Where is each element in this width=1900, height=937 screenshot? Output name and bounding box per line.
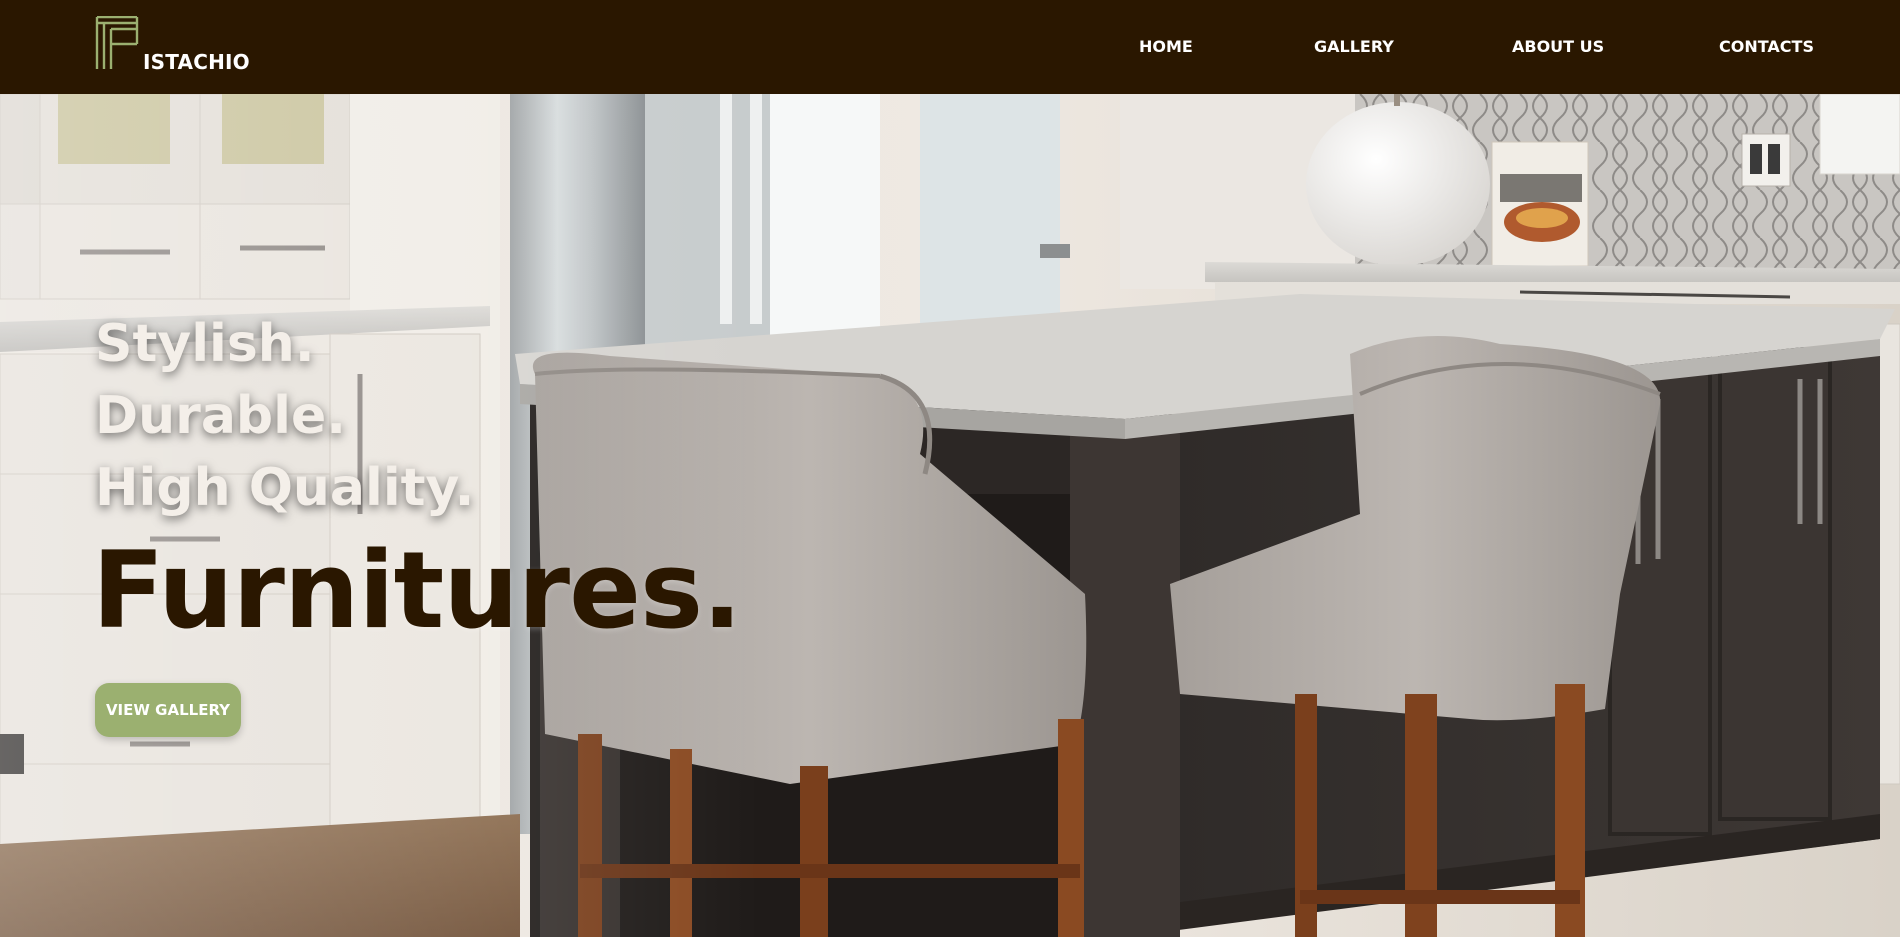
nav-about-us-link[interactable]: ABOUT US — [1512, 37, 1604, 56]
hero-section: Stylish. Durable. High Quality. Furnitur… — [0, 94, 1900, 937]
nav-gallery-link[interactable]: GALLERY — [1314, 37, 1394, 56]
brand-logo[interactable]: ISTACHIO — [95, 16, 255, 76]
pistachio-p-logo-icon — [95, 16, 139, 69]
view-gallery-button[interactable]: VIEW GALLERY — [95, 683, 241, 737]
tagline-high-quality: High Quality. — [95, 458, 475, 518]
nav-home-link[interactable]: HOME — [1139, 37, 1193, 56]
nav-contacts-link[interactable]: CONTACTS — [1719, 37, 1814, 56]
site-header: ISTACHIO HOME GALLERY ABOUT US CONTACTS — [0, 0, 1900, 94]
hero-headline: Furnitures. — [92, 529, 742, 652]
tagline-durable: Durable. — [95, 386, 346, 446]
tagline-stylish: Stylish. — [95, 314, 315, 374]
brand-name: ISTACHIO — [143, 50, 250, 74]
